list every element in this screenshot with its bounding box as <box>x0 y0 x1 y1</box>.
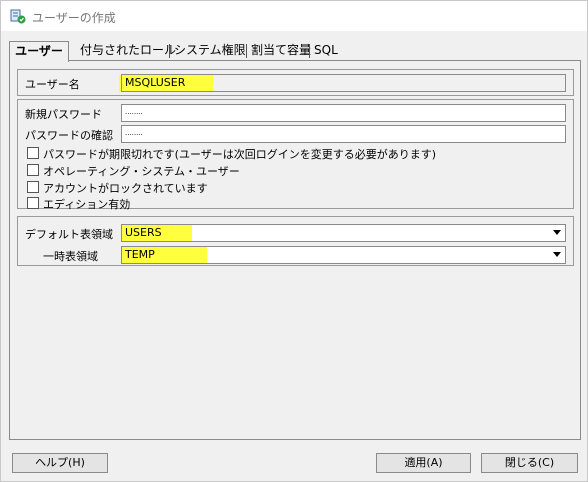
new-password-label: 新規パスワード <box>25 108 102 121</box>
close-button[interactable]: 閉じる(C) <box>481 453 578 473</box>
editions-enabled-label: エディション有効 <box>43 198 131 211</box>
tab-system-privileges[interactable]: システム権限 <box>171 41 249 61</box>
dropdown-arrow-icon[interactable] <box>553 252 561 257</box>
checkbox-box[interactable] <box>27 181 39 193</box>
tablespace-section: デフォルト表領域 USERS 一時表領域 TEMP <box>17 216 574 266</box>
editions-enabled-checkbox[interactable]: エディション有効 <box>27 196 327 211</box>
username-value: MSQLUSER <box>125 76 186 89</box>
temp-tablespace-value: TEMP <box>125 248 155 261</box>
username-section: ユーザー名 MSQLUSER <box>17 69 574 96</box>
password-section: 新規パスワード ········ パスワードの確認 ········ パスワード… <box>17 99 574 211</box>
account-locked-checkbox[interactable]: アカウントがロックされています <box>27 180 327 195</box>
confirm-password-value: ········ <box>125 131 143 139</box>
confirm-password-input[interactable]: ········ <box>121 125 566 143</box>
confirm-password-label: パスワードの確認 <box>25 129 113 142</box>
os-user-checkbox[interactable]: オペレーティング・システム・ユーザー <box>27 163 327 178</box>
temp-tablespace-select[interactable]: TEMP <box>121 246 566 264</box>
database-icon <box>10 9 26 24</box>
tab-sql[interactable]: SQL <box>311 41 341 61</box>
checkbox-box[interactable] <box>27 147 39 159</box>
tab-separator <box>246 44 247 58</box>
checkbox-box[interactable] <box>27 164 39 176</box>
dropdown-arrow-icon[interactable] <box>553 230 561 235</box>
default-tablespace-select[interactable]: USERS <box>121 224 566 242</box>
tab-user[interactable]: ユーザー <box>9 41 69 62</box>
default-tablespace-label: デフォルト表領域 <box>25 228 113 241</box>
password-expired-label: パスワードが期限切れです(ユーザーは次回ログインを変更する必要があります) <box>43 148 437 161</box>
tab-separator <box>309 44 310 58</box>
password-expired-checkbox[interactable]: パスワードが期限切れです(ユーザーは次回ログインを変更する必要があります) <box>27 146 547 161</box>
temp-tablespace-label: 一時表領域 <box>43 250 98 263</box>
tab-granted-roles[interactable]: 付与されたロール <box>77 41 179 61</box>
account-locked-label: アカウントがロックされています <box>43 182 208 195</box>
default-tablespace-value: USERS <box>125 226 162 239</box>
tab-separator <box>169 44 170 58</box>
new-password-input[interactable]: ········ <box>121 104 566 122</box>
create-user-dialog: ユーザーの作成 ユーザー 付与されたロール システム権限 割当て容量 SQL ユ… <box>0 0 588 482</box>
apply-button[interactable]: 適用(A) <box>376 453 471 473</box>
window-title: ユーザーの作成 <box>32 11 116 25</box>
tab-quotas[interactable]: 割当て容量 <box>248 41 314 61</box>
username-label: ユーザー名 <box>25 78 80 91</box>
checkbox-box[interactable] <box>27 197 39 209</box>
new-password-value: ········ <box>125 110 143 118</box>
username-input[interactable]: MSQLUSER <box>121 74 566 92</box>
help-button[interactable]: ヘルプ(H) <box>12 453 108 473</box>
title-bar: ユーザーの作成 <box>1 1 587 31</box>
os-user-label: オペレーティング・システム・ユーザー <box>43 165 240 178</box>
user-tab-panel: ユーザー名 MSQLUSER 新規パスワード ········ パスワードの確認… <box>9 60 581 440</box>
